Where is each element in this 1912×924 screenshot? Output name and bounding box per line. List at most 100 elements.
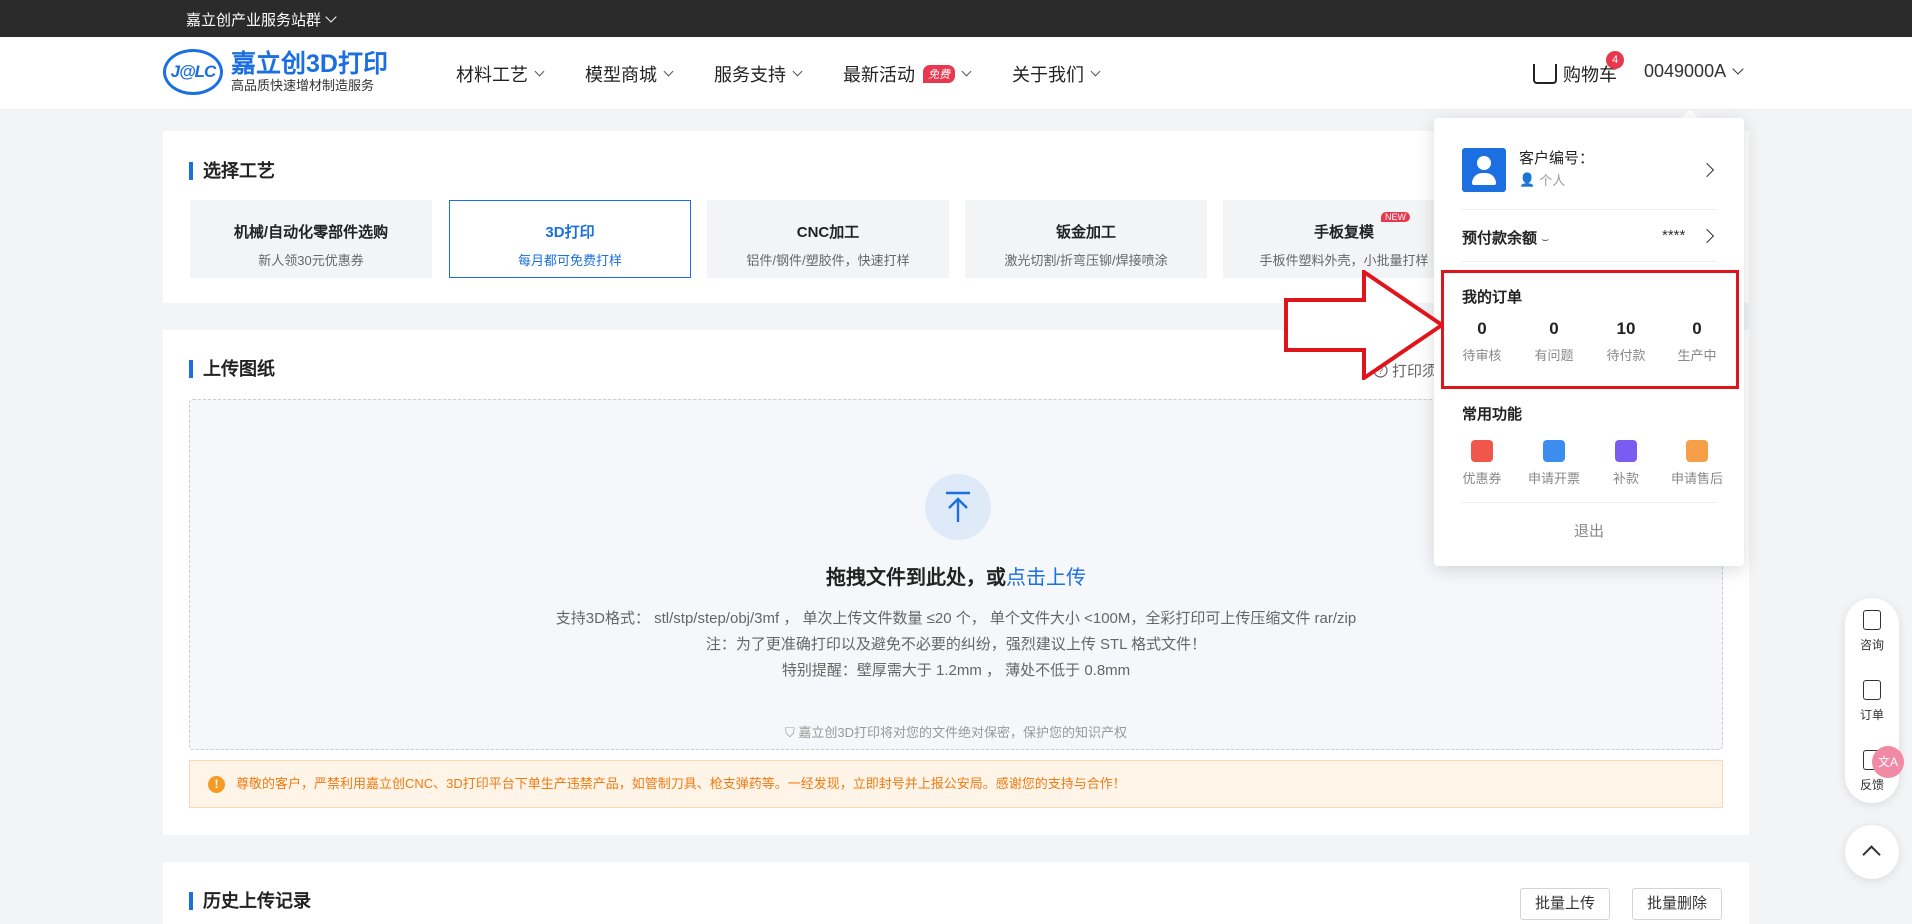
- secure-note: ⛉ 嘉立创3D打印将对您的文件绝对保密，保护您的知识产权: [190, 722, 1722, 741]
- chevron-down-icon: [1090, 66, 1101, 77]
- divider: [1462, 261, 1716, 262]
- warning-icon: !: [208, 776, 225, 793]
- chevron-right-icon[interactable]: [1699, 162, 1715, 178]
- section-title: 上传图纸: [189, 360, 275, 378]
- payment-icon: [1615, 440, 1637, 462]
- chevron-down-icon: [325, 11, 337, 23]
- option-title: 手板复模: [1313, 224, 1374, 241]
- functions-title: 常用功能: [1462, 406, 1523, 423]
- top-strip: 嘉立创产业服务站群: [0, 0, 1912, 37]
- nav-label: 关于我们: [1012, 65, 1084, 85]
- customer-id-label: 客户编号：: [1519, 150, 1595, 167]
- new-badge: NEW: [1381, 212, 1410, 222]
- option-title: 3D打印: [545, 224, 595, 241]
- nav-item-support[interactable]: 服务支持: [714, 61, 803, 87]
- avatar: [1462, 148, 1506, 192]
- func-aftersale[interactable]: 申请售后: [1662, 440, 1732, 487]
- thickness-note: 特别提醒：壁厚需大于 1.2mm ， 薄处不低于 0.8mm: [781, 662, 1131, 679]
- nav-item-about[interactable]: 关于我们: [1012, 61, 1101, 87]
- chat-icon: [1863, 610, 1881, 630]
- option-subtitle: 新人领30元优惠券: [258, 253, 364, 268]
- main-header: J@LC 嘉立创3D打印 高品质快速增材制造服务 材料工艺 模型商城 服务支持 …: [0, 37, 1912, 110]
- process-option-prototype[interactable]: 手板复模 手板件塑料外壳，小批量打样 NEW: [1223, 200, 1465, 278]
- func-label: 补款: [1612, 471, 1639, 486]
- chevron-down-icon: [534, 66, 545, 77]
- func-label: 申请售后: [1670, 471, 1723, 486]
- logo[interactable]: J@LC 嘉立创3D打印 高品质快速增材制造服务: [163, 49, 388, 95]
- format-note: 支持3D格式： stl/stp/step/obj/3mf ， 单次上传文件数量 …: [555, 610, 1357, 627]
- customer-type: 👤 个人: [1519, 170, 1565, 189]
- nav-label: 最新活动: [843, 65, 915, 85]
- option-title: 钣金加工: [1055, 224, 1116, 241]
- logout-button[interactable]: 退出: [1434, 520, 1744, 541]
- batch-delete-button[interactable]: 批量删除: [1632, 888, 1722, 920]
- option-title: 机械/自动化零部件选购: [233, 224, 389, 241]
- consult-label: 咨询: [1859, 638, 1884, 652]
- balance-value: ****: [1662, 227, 1686, 244]
- chevron-down-icon: [961, 66, 972, 77]
- option-subtitle: 激光切割/折弯压铆/焊接喷涂: [1004, 253, 1168, 268]
- history-section: 历史上传记录 批量上传 批量删除: [163, 862, 1749, 924]
- coupon-icon: [1471, 440, 1493, 462]
- logo-name: 嘉立创3D打印: [231, 50, 388, 78]
- chevron-down-icon: [792, 66, 803, 77]
- option-subtitle: 铝件/钢件/塑胶件，快速打样: [746, 253, 910, 268]
- chevron-down-icon: [1732, 63, 1744, 75]
- balance-label-text: 预付款余额: [1462, 230, 1538, 247]
- nav-label: 模型商城: [585, 65, 657, 85]
- nav-item-materials[interactable]: 材料工艺: [456, 61, 545, 87]
- order-list-icon: [1863, 680, 1881, 700]
- func-label: 申请开票: [1527, 471, 1580, 486]
- aftersale-icon: [1686, 440, 1708, 462]
- main-nav: 材料工艺 模型商城 服务支持 最新活动 免费 关于我们: [456, 61, 1141, 87]
- shield-icon: ⛉: [784, 725, 795, 740]
- divider: [1462, 502, 1716, 503]
- back-to-top-button[interactable]: [1845, 825, 1899, 879]
- func-coupon[interactable]: 优惠券: [1447, 440, 1517, 487]
- account-menu[interactable]: 0049000A: [1644, 61, 1744, 82]
- chevron-up-icon: [1862, 845, 1881, 864]
- func-label: 优惠券: [1462, 471, 1502, 486]
- process-option-cnc[interactable]: CNC加工 铝件/钢件/塑胶件，快速打样: [707, 200, 949, 278]
- orders-highlight-box: [1441, 270, 1739, 389]
- site-group-label: 嘉立创产业服务站群: [186, 12, 322, 29]
- option-subtitle: 每月都可免费打样: [517, 253, 622, 268]
- option-title: CNC加工: [796, 224, 860, 241]
- warning-text: 尊敬的客户，严禁利用嘉立创CNC、3D打印平台下单生产违禁产品，如管制刀具、枪支…: [236, 776, 1126, 791]
- annotation-arrow-icon: [1284, 270, 1444, 380]
- warning-banner: ! 尊敬的客户，严禁利用嘉立创CNC、3D打印平台下单生产违禁产品，如管制刀具、…: [189, 760, 1723, 808]
- eye-closed-icon[interactable]: ⌣: [1541, 232, 1549, 246]
- person-icon: 👤: [1519, 171, 1536, 187]
- free-badge: 免费: [923, 65, 955, 83]
- func-invoice[interactable]: 申请开票: [1519, 440, 1589, 487]
- site-group-menu[interactable]: 嘉立创产业服务站群: [186, 9, 337, 30]
- section-title: 选择工艺: [189, 162, 275, 180]
- nav-item-model-store[interactable]: 模型商城: [585, 61, 674, 87]
- upload-icon[interactable]: [925, 474, 991, 540]
- account-label: 0049000A: [1644, 61, 1727, 81]
- logo-slogan: 高品质快速增材制造服务: [231, 78, 375, 93]
- orders-float-button[interactable]: 订单: [1845, 680, 1899, 723]
- process-option-parts[interactable]: 机械/自动化零部件选购 新人领30元优惠券: [190, 200, 432, 278]
- divider: [1462, 209, 1716, 210]
- click-upload-link[interactable]: 点击上传: [1006, 567, 1086, 589]
- secure-note-text: 嘉立创3D打印将对您的文件绝对保密，保护您的知识产权: [798, 725, 1127, 740]
- translate-button[interactable]: 文A: [1872, 746, 1904, 778]
- nav-item-activities[interactable]: 最新活动 免费: [843, 61, 972, 87]
- chevron-right-icon[interactable]: [1699, 228, 1715, 244]
- cart-button[interactable]: 购物车: [1533, 61, 1617, 87]
- logo-mark: J@LC: [163, 49, 223, 95]
- section-title: 历史上传记录: [189, 892, 311, 910]
- process-option-sheet-metal[interactable]: 钣金加工 激光切割/折弯压铆/焊接喷涂: [965, 200, 1207, 278]
- batch-upload-button[interactable]: 批量上传: [1520, 888, 1610, 920]
- option-subtitle: 手板件塑料外壳，小批量打样: [1259, 253, 1429, 268]
- consult-button[interactable]: 咨询: [1845, 610, 1899, 653]
- invoice-icon: [1543, 440, 1565, 462]
- chevron-down-icon: [663, 66, 674, 77]
- drop-title-text: 拖拽文件到此处，或: [826, 567, 1006, 589]
- func-payment[interactable]: 补款: [1591, 440, 1661, 487]
- process-option-3d-print[interactable]: 3D打印 每月都可免费打样: [449, 200, 691, 278]
- stl-note: 注：为了更准确打印以及避免不必要的纠纷，强烈建议上传 STL 格式文件！: [705, 636, 1207, 653]
- nav-label: 材料工艺: [456, 65, 528, 85]
- balance-label: 预付款余额 ⌣: [1462, 227, 1549, 248]
